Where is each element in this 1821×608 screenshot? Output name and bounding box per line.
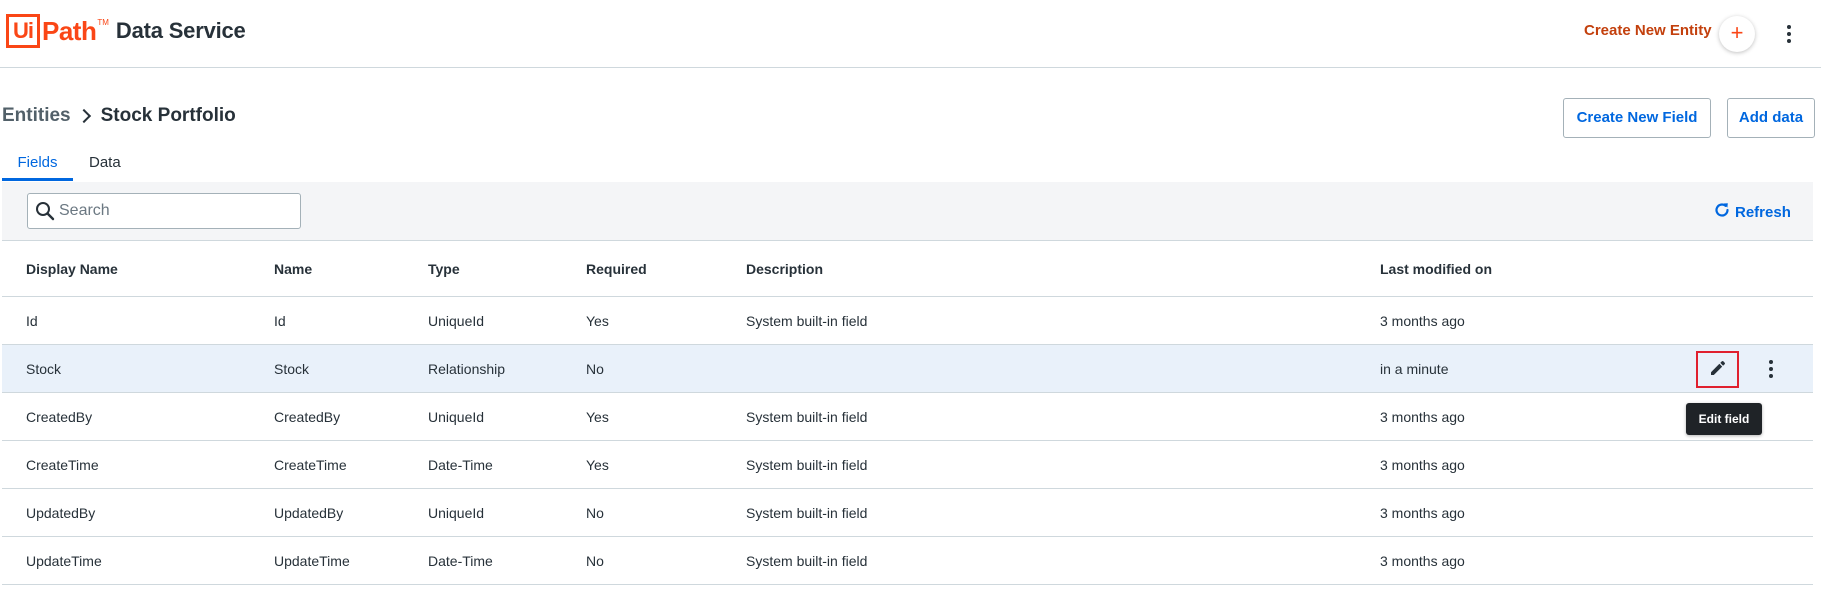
cell-name: Id xyxy=(274,312,286,329)
cell-last-modified: 3 months ago xyxy=(1380,552,1465,569)
cell-type: UniqueId xyxy=(428,408,485,425)
cell-description: System built-in field xyxy=(746,312,868,329)
cell-required: No xyxy=(586,552,604,569)
tab-fields[interactable]: Fields xyxy=(2,150,73,181)
dot xyxy=(1787,32,1791,36)
column-header-name[interactable]: Name xyxy=(274,241,312,296)
cell-type: Date-Time xyxy=(428,456,493,473)
table-row[interactable]: UpdateTime UpdateTime Date-Time No Syste… xyxy=(2,537,1813,585)
cell-display-name: Stock xyxy=(26,360,62,377)
column-header-type[interactable]: Type xyxy=(428,241,460,296)
pencil-icon xyxy=(1708,358,1728,381)
cell-required: Yes xyxy=(586,312,609,329)
cell-last-modified: in a minute xyxy=(1380,360,1449,377)
cell-required: No xyxy=(586,504,604,521)
column-header-display-name[interactable]: Display Name xyxy=(26,241,118,296)
logo-tm-mark: TM xyxy=(97,17,109,27)
cell-required: No xyxy=(586,360,604,377)
row-more-icon[interactable] xyxy=(1761,355,1781,383)
page-title: Stock Portfolio xyxy=(100,105,236,126)
column-header-required[interactable]: Required xyxy=(586,241,647,296)
breadcrumb-entities-link[interactable]: Entities xyxy=(2,105,71,127)
cell-display-name: CreatedBy xyxy=(26,408,93,425)
cell-last-modified: 3 months ago xyxy=(1380,504,1465,521)
cell-description: System built-in field xyxy=(746,552,868,569)
cell-required: Yes xyxy=(586,456,609,473)
cell-description: System built-in field xyxy=(746,456,868,473)
cell-display-name: Id xyxy=(26,312,38,329)
tab-bar: Fields Data xyxy=(2,150,137,181)
header-more-icon[interactable] xyxy=(1777,20,1801,48)
dot xyxy=(1787,25,1791,29)
cell-name: UpdateTime xyxy=(274,552,350,569)
cell-required: Yes xyxy=(586,408,609,425)
top-header: Ui Path TM Data Service Create New Entit… xyxy=(0,0,1821,68)
table-header-row: Display Name Name Type Required Descript… xyxy=(2,241,1813,297)
table-row[interactable]: Id Id UniqueId Yes System built-in field… xyxy=(2,297,1813,345)
app-name: Data Service xyxy=(115,18,246,43)
cell-name: CreateTime xyxy=(274,456,347,473)
fields-table: Display Name Name Type Required Descript… xyxy=(2,241,1813,585)
dot xyxy=(1769,360,1773,364)
dot xyxy=(1787,39,1791,43)
edit-field-button[interactable] xyxy=(1696,351,1739,388)
cell-type: UniqueId xyxy=(428,504,485,521)
chevron-right-icon xyxy=(76,108,91,124)
cell-display-name: UpdateTime xyxy=(26,552,102,569)
add-data-button[interactable]: Add data xyxy=(1727,98,1815,138)
cell-description: System built-in field xyxy=(746,504,868,521)
cell-name: CreatedBy xyxy=(274,408,341,425)
cell-name: UpdatedBy xyxy=(274,504,344,521)
create-new-field-button[interactable]: Create New Field xyxy=(1563,98,1711,138)
table-row[interactable]: CreatedBy CreatedBy UniqueId Yes System … xyxy=(2,393,1813,441)
cell-display-name: CreateTime xyxy=(26,456,99,473)
table-row[interactable]: UpdatedBy UpdatedBy UniqueId No System b… xyxy=(2,489,1813,537)
table-row[interactable]: CreateTime CreateTime Date-Time Yes Syst… xyxy=(2,441,1813,489)
table-toolbar: Refresh xyxy=(2,182,1813,241)
cell-type: Relationship xyxy=(428,360,506,377)
logo-ui-mark: Ui xyxy=(6,14,40,48)
cell-type: Date-Time xyxy=(428,552,493,569)
cell-last-modified: 3 months ago xyxy=(1380,312,1465,329)
cell-display-name: UpdatedBy xyxy=(26,504,96,521)
cell-type: UniqueId xyxy=(428,312,485,329)
column-header-description[interactable]: Description xyxy=(746,241,823,296)
cell-last-modified: 3 months ago xyxy=(1380,456,1465,473)
column-header-last-modified[interactable]: Last modified on xyxy=(1380,241,1492,296)
dot xyxy=(1769,367,1773,371)
cell-last-modified: 3 months ago xyxy=(1380,408,1465,425)
cell-description: System built-in field xyxy=(746,408,868,425)
dot xyxy=(1769,374,1773,378)
search-box[interactable] xyxy=(27,193,301,229)
cell-name: Stock xyxy=(274,360,310,377)
search-icon xyxy=(35,201,55,226)
refresh-icon xyxy=(1713,201,1731,223)
search-input[interactable] xyxy=(59,194,297,228)
refresh-button[interactable]: Refresh xyxy=(1713,201,1791,223)
table-row[interactable]: Stock Stock Relationship No in a minute xyxy=(2,345,1813,393)
create-new-entity-link[interactable]: Create New Entity xyxy=(1584,22,1712,39)
edit-field-tooltip: Edit field xyxy=(1686,403,1762,435)
tab-data[interactable]: Data xyxy=(73,150,137,181)
breadcrumb: Entities Stock Portfolio xyxy=(2,105,236,127)
create-entity-plus-button[interactable]: + xyxy=(1719,16,1755,52)
refresh-label: Refresh xyxy=(1735,203,1791,221)
logo-path-text: Path xyxy=(42,15,97,46)
uipath-logo[interactable]: Ui Path TM Data Service xyxy=(6,14,246,48)
